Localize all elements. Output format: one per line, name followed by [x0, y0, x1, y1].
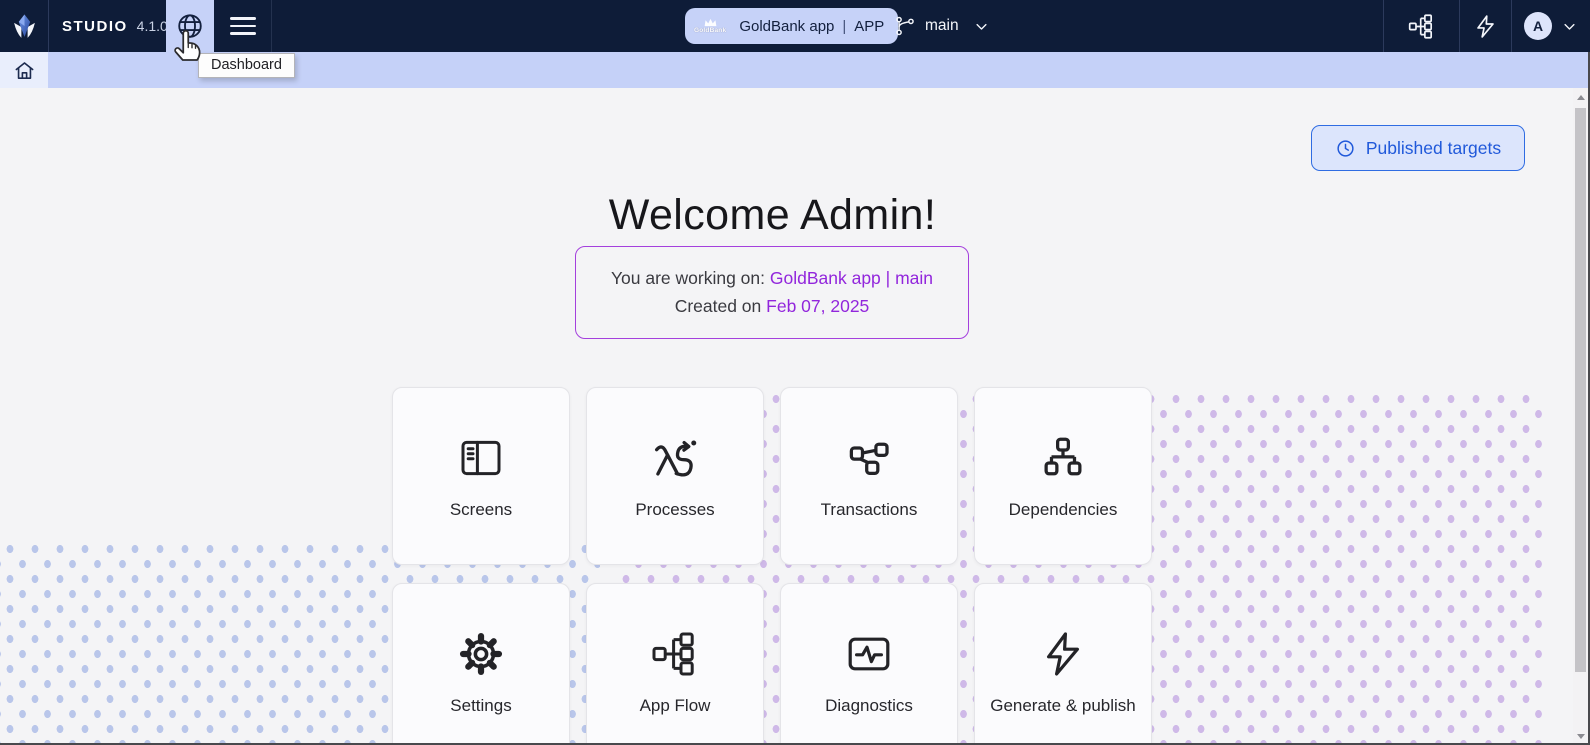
dashboard-tiles-grid: Screens Processes — [392, 387, 1152, 745]
crown-icon — [703, 18, 718, 27]
tile-generate-publish[interactable]: Generate & publish — [974, 583, 1152, 745]
scrollbar-thumb[interactable] — [1575, 108, 1586, 672]
scroll-up-arrow[interactable] — [1573, 90, 1588, 104]
home-icon — [13, 59, 36, 82]
tile-label: Processes — [635, 500, 714, 520]
chevron-down-icon — [974, 19, 989, 34]
dependencies-icon — [1040, 433, 1086, 483]
generate-publish-icon — [1039, 629, 1087, 679]
clock-icon — [1335, 138, 1356, 159]
generate-topbar-button[interactable] — [1460, 0, 1510, 52]
home-button[interactable] — [0, 52, 48, 88]
vertical-scrollbar[interactable] — [1573, 88, 1588, 745]
processes-icon — [650, 433, 700, 483]
globe-icon — [175, 11, 205, 41]
dashboard-main: Published targets Welcome Admin! You are… — [0, 88, 1573, 745]
app-flow-topbar-button[interactable] — [1384, 0, 1459, 52]
user-menu[interactable]: A — [1511, 0, 1590, 52]
working-on-line: You are working on: GoldBank app | main — [611, 268, 933, 289]
transactions-icon — [846, 433, 892, 483]
top-bar: STUDIO 4.1.0 GoldBank GoldBank app | APP — [0, 0, 1590, 52]
brand: STUDIO 4.1.0 — [62, 0, 168, 52]
tile-settings[interactable]: Settings — [392, 583, 570, 745]
brand-name: STUDIO — [62, 18, 128, 35]
brand-version: 4.1.0 — [137, 18, 168, 34]
diagnostics-icon — [845, 629, 893, 679]
tile-diagnostics[interactable]: Diagnostics — [780, 583, 958, 745]
screens-icon — [457, 433, 505, 483]
tile-label: Generate & publish — [990, 696, 1136, 716]
tile-transactions[interactable]: Transactions — [780, 387, 958, 565]
app-badge-label: GoldBank app | APP — [739, 18, 884, 35]
created-date: Feb 07, 2025 — [766, 296, 869, 316]
published-targets-button[interactable]: Published targets — [1311, 125, 1525, 171]
working-on-box: You are working on: GoldBank app | main … — [575, 246, 969, 339]
dashboard-globe-button[interactable] — [166, 0, 214, 52]
scroll-down-arrow[interactable] — [1573, 729, 1588, 743]
avatar: A — [1524, 12, 1552, 40]
gem-logo-icon — [11, 13, 38, 40]
settings-icon — [456, 629, 506, 679]
tile-screens[interactable]: Screens — [392, 387, 570, 565]
page-title: Welcome Admin! — [0, 191, 1545, 240]
tile-dependencies[interactable]: Dependencies — [974, 387, 1152, 565]
hamburger-icon — [230, 17, 256, 35]
lightning-icon — [1473, 14, 1498, 39]
tile-app-flow[interactable]: App Flow — [586, 583, 764, 745]
app-link[interactable]: GoldBank app | main — [770, 268, 933, 288]
chevron-down-icon — [1562, 19, 1577, 34]
tile-label: Screens — [450, 500, 512, 520]
goldbank-logo-text: GoldBank — [694, 28, 726, 35]
studio-logo[interactable] — [0, 0, 49, 52]
current-app-badge[interactable]: GoldBank GoldBank app | APP — [685, 8, 898, 44]
tile-label: Transactions — [821, 500, 918, 520]
goldbank-logo: GoldBank — [694, 18, 726, 35]
sitemap-icon — [1408, 13, 1435, 40]
app-flow-icon — [651, 629, 699, 679]
tile-label: App Flow — [640, 696, 711, 716]
tile-label: Settings — [450, 696, 511, 716]
dashboard-tooltip: Dashboard — [198, 53, 295, 78]
main-menu-button[interactable] — [214, 0, 272, 52]
branch-selector[interactable]: main — [894, 0, 989, 52]
branch-name: main — [925, 17, 959, 35]
created-on-line: Created on Feb 07, 2025 — [675, 296, 870, 317]
app-badge-separator: | — [842, 18, 846, 35]
published-targets-label: Published targets — [1366, 138, 1501, 159]
tile-label: Dependencies — [1009, 500, 1118, 520]
git-branch-icon — [894, 15, 916, 37]
tile-processes[interactable]: Processes — [586, 387, 764, 565]
tile-label: Diagnostics — [825, 696, 913, 716]
